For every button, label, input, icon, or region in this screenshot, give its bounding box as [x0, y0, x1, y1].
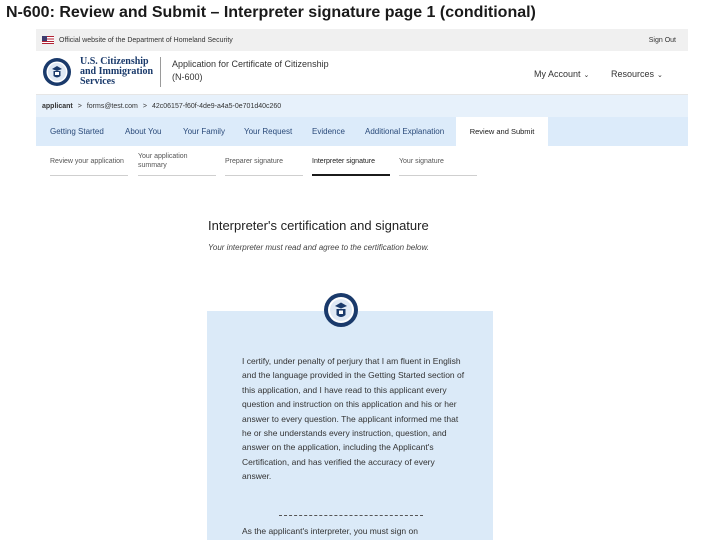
slide-title: N-600: Review and Submit – Interpreter s…: [6, 4, 536, 21]
dhs-seal-icon: [324, 293, 358, 327]
certification-divider: [279, 515, 423, 516]
review-subtabs: Review your application Your application…: [36, 146, 688, 176]
breadcrumb-separator: >: [77, 102, 82, 110]
breadcrumb: applicant > forms@test.com > 42c06157-f6…: [36, 95, 688, 117]
subtab-your-signature[interactable]: Your signature: [399, 152, 477, 176]
tab-review-and-submit[interactable]: Review and Submit: [456, 117, 548, 146]
page-subtitle: Your interpreter must read and agree to …: [208, 243, 430, 252]
us-flag-icon: [42, 36, 54, 44]
tab-additional-explanation[interactable]: Additional Explanation: [365, 127, 444, 136]
chevron-down-icon: ⌄: [657, 72, 663, 79]
certification-panel: I certify, under penalty of perjury that…: [207, 311, 493, 540]
breadcrumb-separator: >: [142, 102, 147, 110]
sign-out-link[interactable]: Sign Out: [649, 37, 676, 44]
agency-name[interactable]: U.S. Citizenship and Immigration Service…: [80, 57, 153, 87]
my-account-menu[interactable]: My Account ⌄: [534, 69, 589, 79]
chevron-down-icon: ⌄: [583, 72, 590, 79]
signature-instruction: As the applicant's interpreter, you must…: [242, 526, 418, 536]
resources-menu[interactable]: Resources ⌄: [611, 69, 663, 79]
tab-about-you[interactable]: About You: [125, 127, 161, 136]
dhs-seal-icon[interactable]: [42, 57, 72, 87]
tab-getting-started[interactable]: Getting Started: [50, 127, 104, 136]
resources-label: Resources: [611, 69, 655, 79]
application-title: Application for Certificate of Citizensh…: [172, 58, 329, 84]
application-form-number: (N-600): [172, 72, 203, 82]
gov-banner-text: Official website of the Department of Ho…: [59, 36, 233, 44]
agency-line-3: Services: [80, 76, 115, 87]
subtab-interpreter-signature[interactable]: Interpreter signature: [312, 152, 390, 176]
browser-frame: Official website of the Department of Ho…: [36, 29, 688, 540]
subtab-application-summary[interactable]: Your application summary: [138, 152, 216, 176]
breadcrumb-item-applicant[interactable]: applicant: [42, 103, 73, 110]
breadcrumb-item-case-id: 42c06157-f60f-4de9-a4a5-0e701d40c260: [151, 102, 282, 110]
application-title-text: Application for Certificate of Citizensh…: [172, 59, 329, 69]
tab-evidence[interactable]: Evidence: [312, 127, 345, 136]
site-header: U.S. Citizenship and Immigration Service…: [36, 51, 688, 95]
certification-text: I certify, under penalty of perjury that…: [242, 356, 465, 482]
my-account-label: My Account: [534, 69, 581, 79]
tab-your-request[interactable]: Your Request: [244, 127, 292, 136]
page-title: Interpreter's certification and signatur…: [208, 218, 429, 233]
gov-banner: Official website of the Department of Ho…: [36, 29, 688, 51]
subtab-review-application[interactable]: Review your application: [50, 152, 128, 176]
subtab-preparer-signature[interactable]: Preparer signature: [225, 152, 303, 176]
section-tabs: Getting Started About You Your Family Yo…: [36, 117, 688, 146]
breadcrumb-item-account[interactable]: forms@test.com: [87, 103, 138, 110]
tab-your-family[interactable]: Your Family: [183, 127, 225, 136]
header-divider: [160, 57, 161, 87]
